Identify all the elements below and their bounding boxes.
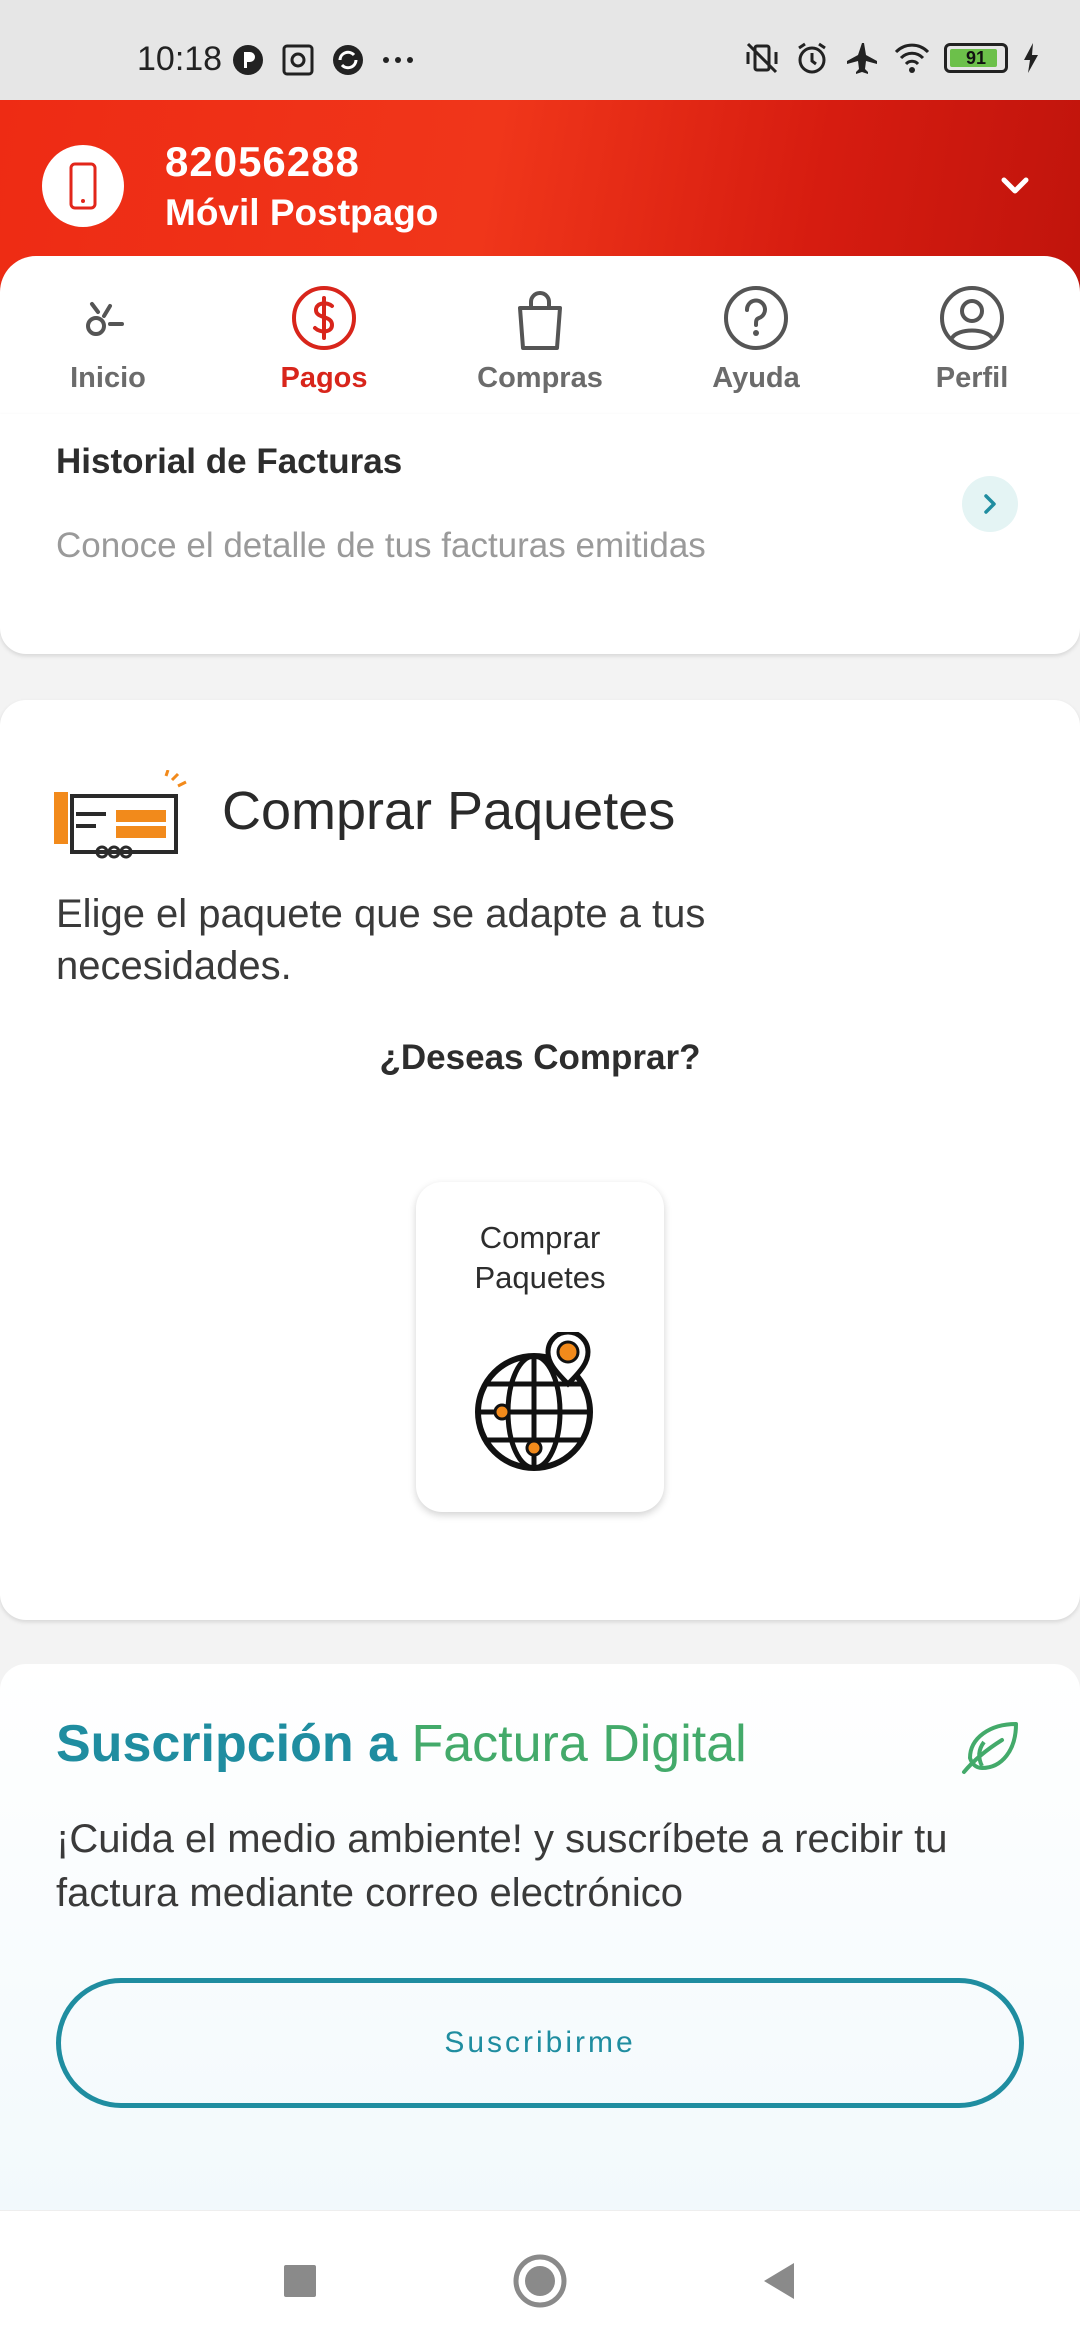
invoice-history-title: Historial de Facturas: [56, 442, 403, 481]
home-button-icon[interactable]: [510, 2251, 570, 2311]
battery-percent: 91: [965, 48, 987, 68]
help-icon: [724, 286, 788, 350]
buy-packages-title: Comprar Paquetes: [222, 781, 676, 841]
chevron-right-icon[interactable]: [962, 476, 1018, 532]
tab-ayuda[interactable]: Ayuda: [648, 256, 864, 414]
vault-icon: [282, 44, 314, 76]
buy-question: ¿Deseas Comprar?: [379, 1038, 701, 1077]
tab-label: Pagos: [280, 362, 368, 394]
sync-icon: [333, 45, 363, 75]
dollar-icon: [292, 286, 356, 350]
back-icon[interactable]: [750, 2251, 810, 2311]
globe-pin-icon: [475, 1332, 593, 1471]
tab-compras[interactable]: Compras: [432, 256, 648, 414]
digital-invoice-title-prefix: Suscripción a: [56, 1715, 412, 1773]
system-icons: 91: [744, 40, 1040, 76]
profile-icon: [940, 286, 1004, 350]
main-tabs: Inicio Pagos Compras Ayuda Perfil: [0, 256, 1080, 414]
buy-packages-description: Elige el paquete que se adapte a tus nec…: [56, 892, 706, 988]
chevron-down-icon[interactable]: [990, 160, 1040, 210]
account-plan: Móvil Postpago: [165, 192, 439, 233]
more-icon: [383, 57, 413, 63]
subscribe-button[interactable]: Suscribirme: [56, 1978, 1024, 2108]
vibrate-off-icon: [746, 42, 778, 74]
invoice-history-card[interactable]: Historial de Facturas Conoce el detalle …: [0, 414, 1080, 654]
notification-icons: [230, 42, 416, 78]
clock: 10:18: [137, 40, 223, 78]
alarm-icon: [798, 42, 826, 74]
digital-invoice-title: Suscripción a Factura Digital: [56, 1714, 747, 1774]
leaf-icon: [962, 1722, 1018, 1774]
p-icon: [233, 45, 263, 75]
buy-packages-card: Comprar Paquetes Elige el paquete que se…: [0, 700, 1080, 1620]
bag-icon: [518, 291, 562, 350]
invoice-history-subtitle: Conoce el detalle de tus facturas emitid…: [56, 526, 706, 565]
tab-label: Compras: [477, 362, 603, 394]
recents-icon[interactable]: [270, 2251, 330, 2311]
system-navigation-bar: [0, 2210, 1080, 2340]
tab-label: Perfil: [935, 362, 1009, 394]
status-bar: 10:18 91: [0, 0, 1080, 100]
tab-inicio[interactable]: Inicio: [0, 256, 216, 414]
buy-packages-button[interactable]: Comprar Paquetes: [416, 1182, 664, 1512]
digital-invoice-description: ¡Cuida el medio ambiente! y suscríbete a…: [56, 1817, 948, 1915]
digital-invoice-card: Suscripción a Factura Digital ¡Cuida el …: [0, 1664, 1080, 2210]
tab-label: Inicio: [70, 362, 146, 394]
tab-label: Ayuda: [712, 362, 800, 394]
charging-icon: [1024, 43, 1038, 73]
battery-icon: 91: [944, 43, 1008, 73]
buy-packages-label: Comprar Paquetes: [474, 1220, 606, 1295]
tab-pagos[interactable]: Pagos: [216, 256, 432, 414]
tab-perfil[interactable]: Perfil: [864, 256, 1080, 414]
phone-icon: [42, 145, 124, 227]
wifi-icon: [894, 43, 930, 73]
package-delivery-icon: [54, 770, 187, 859]
digital-invoice-title-accent: Factura Digital: [411, 1715, 747, 1773]
airplane-icon: [847, 43, 877, 74]
home-icon: [86, 302, 124, 336]
account-number: 82056288: [165, 138, 360, 185]
